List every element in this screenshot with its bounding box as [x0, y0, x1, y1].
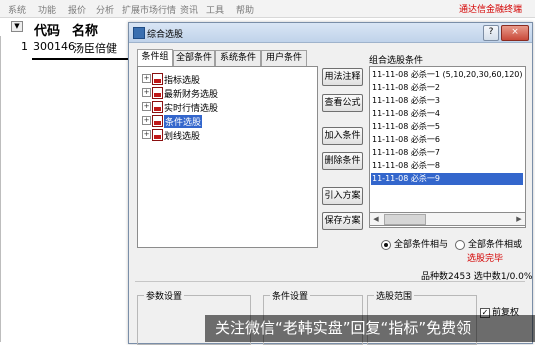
condition-item[interactable]: 11-11-08 必杀一3	[371, 95, 523, 107]
add-condition-button[interactable]: 加入条件	[322, 127, 363, 145]
column-name[interactable]: 名称	[72, 20, 98, 39]
condition-item[interactable]: 11-11-08 必杀一4	[371, 108, 523, 120]
condition-tree: + 指标选股 + 最新财务选股 + 实时行情选股 + 条件选股 + 划线选股	[137, 66, 318, 248]
menu-extended-market[interactable]: 扩展市场行情	[122, 3, 176, 16]
status-text: 选股完毕	[467, 254, 504, 264]
save-plan-button[interactable]: 保存方案	[322, 212, 363, 230]
menu-system[interactable]: 系统	[8, 3, 26, 16]
condition-item[interactable]: 11-11-08 必杀一8	[371, 160, 523, 172]
formula-icon	[152, 73, 163, 85]
dialog-title: 综合选股	[147, 30, 184, 40]
expand-icon[interactable]: +	[142, 88, 151, 97]
radio-and-dot[interactable]	[381, 239, 391, 250]
close-button[interactable]: ×	[501, 25, 529, 41]
condition-item[interactable]: 11-11-08 必杀一1 (5,10,20,30,60,120)	[371, 69, 523, 81]
tree-label: 条件选股	[164, 115, 203, 128]
condition-item[interactable]: 11-11-08 必杀一7	[371, 147, 523, 159]
tree-label: 最新财务选股	[164, 90, 219, 100]
row-index: 1	[21, 40, 28, 53]
menu-tools[interactable]: 工具	[206, 3, 224, 16]
group-title: 条件设置	[270, 289, 311, 302]
expand-icon[interactable]: +	[142, 130, 151, 139]
group-title: 参数设置	[144, 289, 185, 302]
stock-code: 300146	[33, 40, 75, 53]
horizontal-scrollbar[interactable]: ◀ ▶	[369, 212, 526, 226]
formula-icon	[152, 129, 163, 141]
radio-and-label: 全部条件相与	[394, 240, 449, 250]
expand-icon[interactable]: +	[142, 116, 151, 125]
menu-quote[interactable]: 报价	[68, 3, 86, 16]
stock-name: 汤臣倍健	[73, 42, 117, 55]
scroll-left-icon[interactable]: ◀	[370, 213, 382, 225]
combined-stock-selection-dialog: 综合选股 ? × 条件组 全部条件 系统条件 用户条件 + 指标选股 + 最新财…	[128, 22, 533, 345]
tab-all-conditions[interactable]: 全部条件	[173, 50, 215, 66]
app-icon	[133, 27, 145, 39]
delete-condition-button[interactable]: 删除条件	[322, 152, 363, 170]
radio-or-dot[interactable]	[455, 239, 465, 250]
conditions-label: 组合选股条件	[369, 56, 424, 66]
menu-function[interactable]: 功能	[38, 3, 56, 16]
tree-label: 实时行情选股	[164, 104, 219, 114]
menu-info[interactable]: 资讯	[180, 3, 198, 16]
tab-condition-group[interactable]: 条件组	[137, 49, 173, 67]
help-button[interactable]: ?	[483, 25, 499, 41]
column-code[interactable]: 代码	[34, 20, 60, 39]
tree-label: 划线选股	[164, 132, 201, 142]
expand-icon[interactable]: +	[142, 102, 151, 111]
view-formula-button[interactable]: 查看公式	[322, 94, 363, 112]
condition-item-selected[interactable]: 11-11-08 必杀一9	[371, 173, 523, 185]
scroll-thumb[interactable]	[384, 214, 426, 225]
left-border	[0, 20, 1, 342]
row-underline	[32, 58, 128, 60]
condition-item[interactable]: 11-11-08 必杀一2	[371, 82, 523, 94]
app-menubar: 系统 功能 报价 分析 扩展市场行情 资讯 工具 帮助 通达信金融终端	[0, 0, 535, 18]
tab-system-conditions[interactable]: 系统条件	[215, 50, 261, 66]
stock-row[interactable]: 1 300146 汤臣倍健	[0, 38, 125, 56]
menu-help[interactable]: 帮助	[236, 3, 254, 16]
tab-user-conditions[interactable]: 用户条件	[261, 50, 307, 66]
tree-label: 指标选股	[164, 76, 201, 86]
import-plan-button[interactable]: 引入方案	[322, 187, 363, 205]
radio-and[interactable]: 全部条件相与	[381, 237, 448, 250]
condition-item[interactable]: 11-11-08 必杀一5	[371, 121, 523, 133]
app-brand-title: 通达信金融终端	[459, 5, 523, 15]
divider	[135, 281, 525, 282]
group-title: 选股范围	[374, 289, 415, 302]
dialog-titlebar[interactable]: 综合选股 ? ×	[129, 23, 532, 43]
radio-or-label: 全部条件相或	[468, 240, 523, 250]
menu-analysis[interactable]: 分析	[96, 3, 114, 16]
expand-icon[interactable]: +	[142, 74, 151, 83]
conditions-list: 11-11-08 必杀一1 (5,10,20,30,60,120) 11-11-…	[369, 66, 526, 228]
sort-dropdown-icon[interactable]: ▼	[11, 21, 23, 32]
formula-icon	[152, 101, 163, 113]
watermark-banner: 关注微信“老韩实盘”回复“指标”免费领	[205, 315, 535, 342]
scroll-right-icon[interactable]: ▶	[513, 213, 525, 225]
usage-notes-button[interactable]: 用法注释	[322, 68, 363, 86]
formula-icon	[152, 115, 163, 127]
formula-icon	[152, 87, 163, 99]
stock-list-header: ▼ 代码 名称	[0, 18, 125, 39]
radio-or[interactable]: 全部条件相或	[455, 237, 522, 250]
condition-item[interactable]: 11-11-08 必杀一6	[371, 134, 523, 146]
